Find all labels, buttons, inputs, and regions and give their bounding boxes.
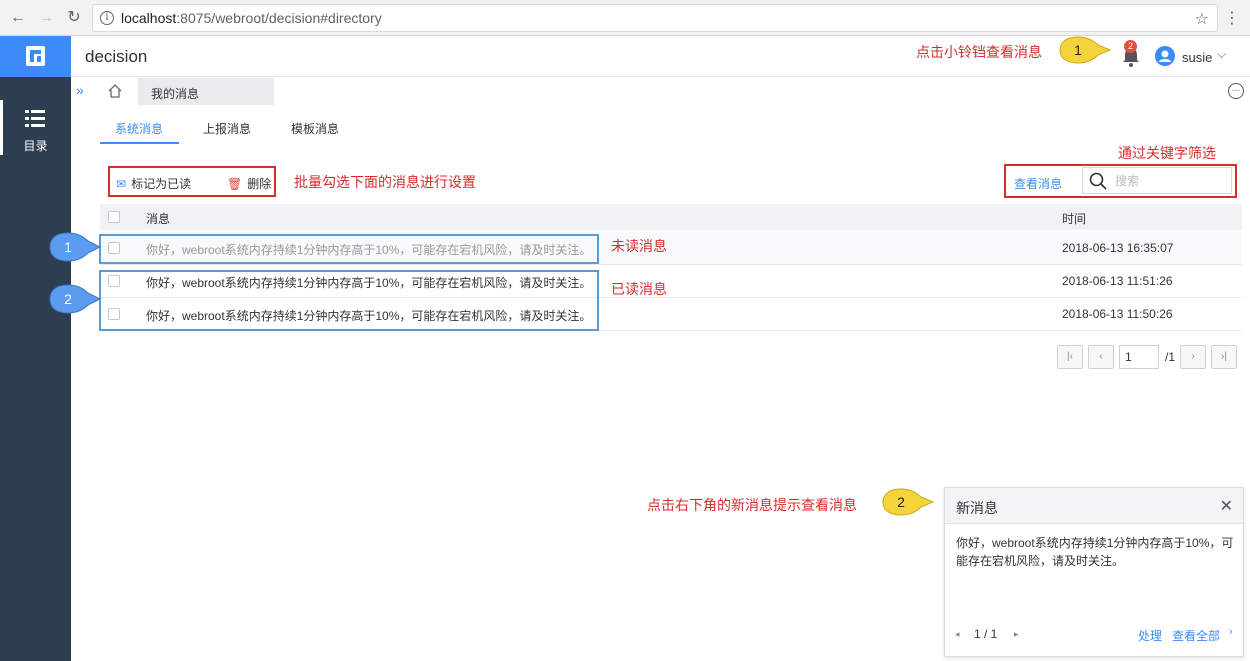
tab-system-messages[interactable]: 系统消息 (115, 120, 163, 137)
sidebar: 目录 (0, 77, 71, 661)
message-time: 2018-06-13 16:35:07 (1062, 241, 1174, 255)
callout-number: 2 (64, 291, 72, 307)
reload-icon[interactable]: ↻ (64, 8, 84, 28)
popup-title: 新消息 (956, 500, 998, 516)
callout-number: 1 (1074, 42, 1082, 58)
more-options-icon[interactable]: ··· (1228, 83, 1244, 99)
sidebar-item-label: 目录 (23, 139, 48, 153)
next-arrow-icon[interactable]: ▸ (1014, 629, 1019, 640)
logo-icon (26, 46, 45, 66)
forward-arrow-icon[interactable]: → (36, 8, 56, 28)
notification-badge: 2 (1124, 40, 1137, 53)
callout-bubble: 1 (1059, 36, 1112, 64)
popup-message: 你好，webroot系统内存持续1分钟内存高于10%，可能存在宕机风险，请及时关… (956, 536, 1234, 568)
next-page-button[interactable]: › (1180, 345, 1206, 369)
tab-report-messages[interactable]: 上报消息 (203, 120, 251, 137)
unread-highlight (99, 234, 599, 264)
user-icon (1159, 50, 1171, 62)
page-total: /1 (1165, 350, 1176, 364)
url-host: localhost (121, 10, 177, 26)
first-page-button[interactable]: |‹ (1057, 345, 1083, 369)
message-time: 2018-06-13 11:51:26 (1062, 274, 1173, 288)
tab-label: 我的消息 (151, 87, 200, 101)
bookmark-star-icon[interactable]: ☆ (1195, 9, 1209, 29)
active-tab-underline (100, 142, 179, 144)
filter-hint: 通过关键字筛选 (1118, 145, 1216, 161)
popup-hint: 点击右下角的新消息提示查看消息 (647, 497, 857, 513)
bell-hint: 点击小铃铛查看消息 (916, 44, 1042, 60)
read-highlight (99, 270, 599, 331)
expand-sidebar-icon[interactable]: » (76, 82, 84, 98)
batch-hint: 批量勾选下面的消息进行设置 (294, 174, 476, 190)
batch-action-highlight (108, 166, 276, 197)
tab-template-messages[interactable]: 模板消息 (291, 120, 339, 137)
browser-menu-icon[interactable]: ⋮ (1224, 8, 1240, 28)
home-tab[interactable] (100, 78, 130, 105)
callout-number: 2 (897, 494, 905, 510)
search-highlight (1004, 164, 1237, 198)
message-time: 2018-06-13 11:50:26 (1062, 307, 1173, 321)
home-icon (108, 84, 122, 98)
page-number-input[interactable] (1119, 345, 1159, 369)
column-header-message: 消息 (146, 212, 171, 226)
last-page-button[interactable]: ›| (1211, 345, 1237, 369)
unread-label: 未读消息 (611, 238, 667, 254)
url-text[interactable]: localhost:8075/webroot/decision#director… (121, 10, 382, 26)
popup-page-indicator: 1 / 1 (974, 627, 998, 641)
read-label: 已读消息 (611, 281, 667, 297)
view-all-link[interactable]: 查看全部 (1172, 627, 1220, 644)
username[interactable]: susie (1182, 50, 1212, 65)
column-header-time: 时间 (1062, 212, 1087, 226)
app-title: decision (85, 47, 148, 66)
avatar[interactable] (1155, 46, 1175, 66)
app-logo[interactable] (0, 36, 71, 77)
browser-toolbar: ← → ↻ i localhost:8075/webroot/decision#… (0, 0, 1250, 36)
handle-link[interactable]: 处理 (1138, 627, 1162, 644)
new-message-popup[interactable]: 新消息 ✕ 你好，webroot系统内存持续1分钟内存高于10%，可能存在宕机风… (944, 487, 1244, 657)
back-arrow-icon[interactable]: ← (8, 8, 28, 28)
popup-header: 新消息 ✕ (945, 488, 1243, 524)
prev-arrow-icon[interactable]: ◂ (955, 629, 960, 640)
select-all-checkbox[interactable] (108, 211, 120, 223)
prev-page-button[interactable]: ‹ (1088, 345, 1114, 369)
close-icon[interactable]: ✕ (1220, 496, 1233, 516)
url-path: :8075/webroot/decision#directory (176, 10, 382, 26)
chevron-right-icon[interactable]: › (1229, 626, 1233, 638)
callout-bubble: 2 (882, 488, 935, 516)
chevron-down-icon[interactable]: ⌵ (1217, 47, 1226, 62)
sidebar-item-directory[interactable]: 目录 (0, 100, 71, 155)
tab-my-messages[interactable]: 我的消息 (138, 78, 274, 105)
callout-bubble: 2 (49, 284, 102, 314)
address-bar[interactable]: i localhost:8075/webroot/decision#direct… (92, 4, 1218, 32)
list-icon (25, 110, 45, 127)
callout-bubble: 1 (49, 232, 102, 262)
info-icon[interactable]: i (100, 11, 114, 25)
callout-number: 1 (64, 239, 72, 255)
